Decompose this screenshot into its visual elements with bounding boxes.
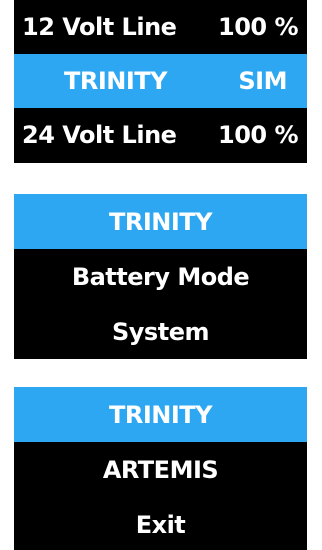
status-value-mode: SIM [238,67,287,95]
menu-item-battery-mode[interactable]: Battery Mode [14,249,307,304]
status-value-24v: 100 % [218,121,299,149]
menu-panel-1: TRINITY Battery Mode System [14,194,307,359]
status-row-24v: 24 Volt Line 100 % [14,108,307,162]
status-row-12v: 12 Volt Line 100 % [14,0,307,54]
menu-panel-2: TRINITY ARTEMIS Exit [14,387,307,550]
status-label-trinity: TRINITY [64,67,168,95]
status-label-24v: 24 Volt Line [22,121,177,149]
status-row-trinity[interactable]: TRINITY SIM [14,54,307,108]
menu-item-system[interactable]: System [14,304,307,359]
menu-item-trinity[interactable]: TRINITY [14,387,307,442]
menu-item-exit[interactable]: Exit [14,497,307,550]
menu-item-artemis[interactable]: ARTEMIS [14,442,307,497]
status-label-12v: 12 Volt Line [22,13,177,41]
status-panel: 12 Volt Line 100 % TRINITY SIM 24 Volt L… [14,0,307,163]
status-value-12v: 100 % [218,13,299,41]
menu-item-trinity[interactable]: TRINITY [14,194,307,249]
